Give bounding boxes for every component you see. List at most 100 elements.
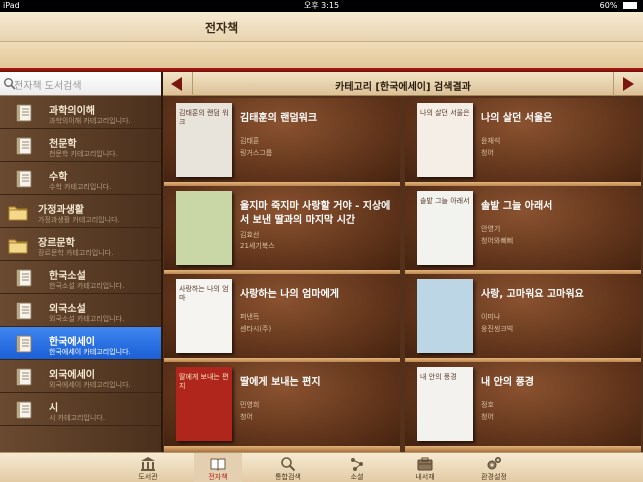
book-item[interactable]: 사랑, 고마워요 고마워요이미나웅진씽크빅	[405, 274, 641, 364]
page-title: 전자책	[205, 21, 239, 35]
book-cover-text: 딸에게 보내는 편지	[179, 373, 229, 390]
book-item[interactable]: 나의 살던 서울은 나의 살던 서울은 윤재석 청어	[405, 98, 641, 188]
book-icon	[16, 302, 32, 320]
book-cover[interactable]: 솔밭 그늘 아래서	[417, 191, 473, 265]
search-input[interactable]: 전자책 도서검색	[0, 72, 161, 96]
book-cover-text: 나의 살던 서울은	[420, 109, 470, 117]
book-icon	[16, 170, 32, 188]
book-publisher: 웅진씽크빅	[481, 325, 514, 333]
category-name: 천문학	[49, 139, 77, 150]
category-description: 시 카테고리입니다.	[49, 414, 105, 422]
book-cover[interactable]	[417, 279, 473, 353]
book-publisher: 21세기북스	[240, 242, 275, 250]
book-title: 내 안의 풍경	[481, 377, 534, 388]
category-sidebar: 전자책 도서검색 과학의이해 과학의이해 카테고리입니다. 천문학 천문학 카테고리입…	[0, 72, 163, 452]
book-cover[interactable]: 김태훈의 랜덤 워크	[176, 103, 232, 177]
category-item[interactable]: 외국소설 외국소설 카테고리입니다.	[0, 294, 161, 327]
header-band	[0, 42, 643, 68]
search-placeholder: 전자책 도서검색	[14, 81, 82, 92]
book-publisher: 청어	[481, 413, 494, 421]
battery-indicator: 60%	[600, 0, 637, 12]
book-item[interactable]: 딸에게 보내는 편지 딸에게 보내는 편지민영희청어	[164, 362, 400, 452]
book-cover[interactable]: 사랑하는 나의 엄마	[176, 279, 232, 353]
category-item[interactable]: 장르문학 장르문학 카테고리입니다.	[0, 228, 161, 261]
book-author: 퍼낸득	[240, 313, 260, 321]
book-cover[interactable]: 딸에게 보내는 편지	[176, 367, 232, 441]
book-publisher: 센타시(주)	[240, 325, 272, 333]
book-title: 솔밭 그늘 아래서	[481, 201, 553, 212]
category-name: 시	[49, 403, 59, 414]
bookshelf: 김태훈의 랜덤 워크 김태훈의 랜덤워크 김태훈 링거스그룹 나의 살던 서울은 나의 살…	[163, 96, 643, 452]
category-name: 가정과생활	[38, 205, 84, 216]
category-name: 한국소설	[49, 271, 86, 282]
category-description: 가정과생활 카테고리입니다.	[38, 216, 120, 224]
book-author: 이미나	[481, 313, 501, 321]
next-button[interactable]	[613, 72, 643, 96]
category-name: 장르문학	[38, 238, 75, 249]
book-title: 사랑, 고마워요 고마워요	[481, 289, 584, 300]
book-cover[interactable]	[176, 191, 232, 265]
book-icon	[16, 401, 32, 419]
book-author: 민영희	[240, 401, 260, 409]
previous-button[interactable]	[163, 72, 193, 96]
book-cover[interactable]: 내 안의 풍경	[417, 367, 473, 441]
category-name: 과학의이해	[49, 106, 95, 117]
book-item[interactable]: 사랑하는 나의 엄마 사랑하는 나의 엄마에게 퍼낸득 센타시(주)	[164, 274, 400, 364]
book-item[interactable]: 울지마 죽지마 사랑할 거야 - 지상에서 보낸 딸과의 마지막 시간 김효선 21…	[164, 186, 400, 276]
book-publisher: 청어	[481, 149, 494, 157]
status-bar: iPad 오후 3:15 60%	[0, 0, 643, 12]
clock: 오후 3:15	[303, 1, 340, 10]
category-item[interactable]: 한국소설 한국소설 카테고리입니다.	[0, 261, 161, 294]
tab-bar: 도서관 전자책 통합검색 소셜 내서재 환경설정	[0, 452, 643, 482]
category-name: 수학	[49, 172, 68, 183]
category-item[interactable]: 수학 수학 카테고리입니다.	[0, 162, 161, 195]
category-item[interactable]: 한국에세이 한국에세이 카테고리입니다.	[0, 327, 161, 360]
book-publisher: 청어와삐삐	[481, 237, 514, 245]
book-item[interactable]: 김태훈의 랜덤 워크 김태훈의 랜덤워크 김태훈 링거스그룹	[164, 98, 400, 188]
book-cover-text: 솔밭 그늘 아래서	[420, 197, 470, 205]
book-cover[interactable]: 나의 살던 서울은	[417, 103, 473, 177]
book-icon	[16, 368, 32, 386]
category-item[interactable]: 가정과생활 가정과생활 카테고리입니다.	[0, 195, 161, 228]
book-item[interactable]: 솔밭 그늘 아래서 솔밭 그늘 아래서 안영기 청어와삐삐	[405, 186, 641, 276]
book-author: 안영기	[481, 225, 501, 233]
tab-label: 통합검색	[275, 473, 301, 481]
category-description: 외국소설 카테고리입니다.	[49, 315, 125, 323]
book-publisher: 링거스그룹	[240, 149, 273, 157]
tab-label: 환경설정	[481, 473, 507, 481]
category-item[interactable]: 시시 카테고리입니다.	[0, 393, 161, 426]
book-icon	[16, 269, 32, 287]
tab-bookshelf[interactable]: 내서재	[401, 453, 449, 482]
category-item[interactable]: 외국에세이 외국에세이 카테고리입니다.	[0, 360, 161, 393]
category-item[interactable]: 과학의이해 과학의이해 카테고리입니다.	[0, 96, 161, 129]
tab-library[interactable]: 도서관	[124, 453, 172, 482]
book-author: 윤재석	[481, 137, 501, 145]
tab-search[interactable]: 통합검색	[264, 453, 312, 482]
book-title: 딸에게 보내는 편지	[240, 377, 321, 388]
book-author: 정호	[481, 401, 494, 409]
book-publisher: 청어	[240, 413, 253, 421]
category-name: 한국에세이	[49, 337, 95, 348]
tab-social[interactable]: 소셜	[333, 453, 381, 482]
book-icon	[16, 104, 32, 122]
book-cover-text: 김태훈의 랜덤 워크	[179, 109, 229, 126]
category-description: 과학의이해 카테고리입니다.	[49, 117, 131, 125]
book-icon	[16, 137, 32, 155]
title-bar: 전자책	[0, 12, 643, 42]
book-item[interactable]: 내 안의 풍경 내 안의 풍경 정호 청어	[405, 362, 641, 452]
book-title: 울지마 죽지마 사랑할 거야 - 지상에서 보낸 딸과의 마지막 시간	[240, 201, 391, 226]
tab-label: 도서관	[138, 473, 158, 481]
category-description: 외국에세이 카테고리입니다.	[49, 381, 131, 389]
arrow-right-icon	[623, 77, 634, 91]
category-description: 천문학 카테고리입니다.	[49, 150, 118, 158]
tab-settings[interactable]: 환경설정	[470, 453, 518, 482]
tab-label: 소셜	[350, 473, 364, 481]
results-title: 카테고리 [한국에세이] 검색결과	[335, 82, 471, 93]
tab-ebook[interactable]: 전자책	[194, 453, 242, 482]
book-icon	[16, 335, 32, 353]
folder-open-icon	[8, 236, 28, 254]
book-title: 나의 살던 서울은	[481, 113, 553, 124]
category-item[interactable]: 천문학 천문학 카테고리입니다.	[0, 129, 161, 162]
results-header: 카테고리 [한국에세이] 검색결과	[163, 72, 643, 96]
book-cover-text: 내 안의 풍경	[420, 373, 457, 381]
